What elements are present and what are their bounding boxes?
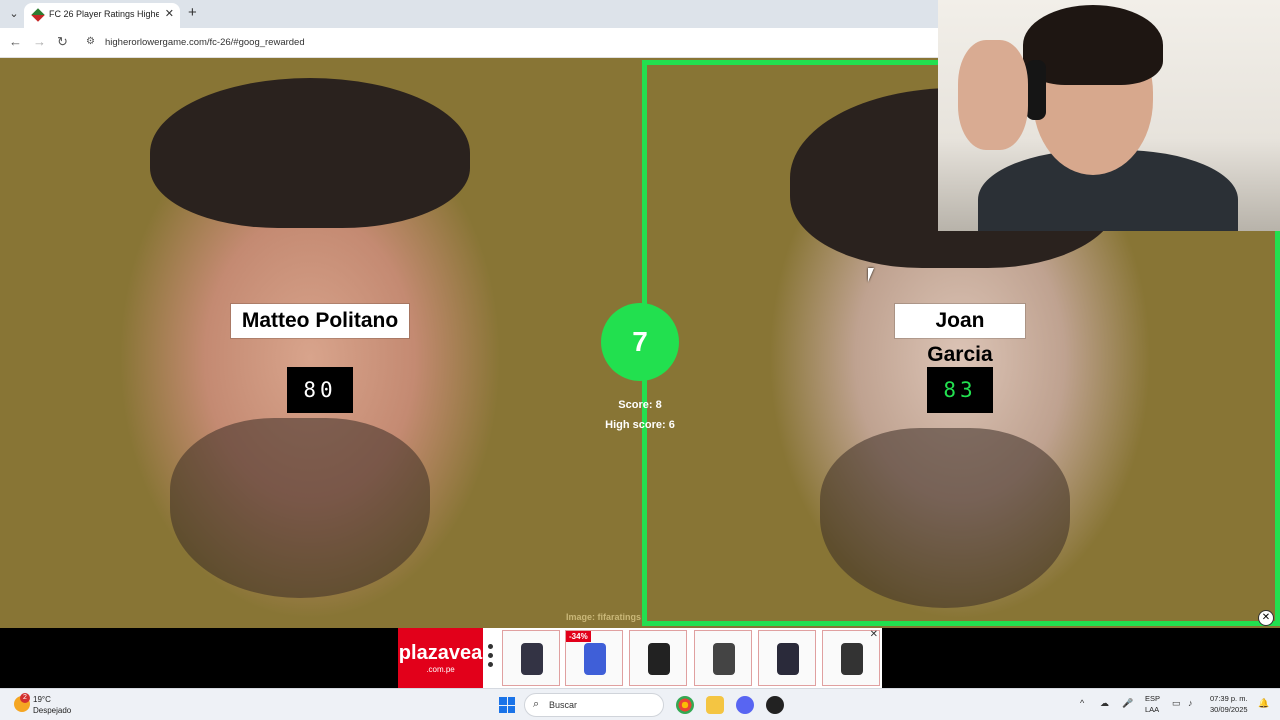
input-language[interactable]: ESP [1145,694,1160,703]
tab-close-icon[interactable]: ✕ [165,7,174,20]
tray-chevron-icon[interactable]: ^ [1080,698,1084,708]
score-text: Score: 8 [618,399,662,411]
search-icon: ⌕ [533,698,540,710]
ad-strip: plazavea .com.pe -34% ✕ [0,628,1280,688]
windows-taskbar: 2 19°C Despejado ⌕ Buscar ^ ☁ 🎤 ESP LAA … [0,688,1280,720]
url-field[interactable]: higherorlowergame.com/fc-26/#goog_reward… [105,37,305,48]
right-player-rating: 83 [927,367,993,413]
site-info-icon[interactable]: ⚙ [86,36,95,47]
mouse-cursor-icon [868,268,880,282]
ad-product-tile[interactable] [758,630,816,686]
browser-tab[interactable]: FC 26 Player Ratings Higher or ✕ [24,3,180,28]
start-windows-icon[interactable] [499,697,515,713]
weather-notification-badge: 2 [20,693,30,703]
banner-ad[interactable]: plazavea .com.pe -34% ✕ [398,628,882,688]
weather-condition[interactable]: Despejado [33,706,71,715]
right-player-name: Joan Garcia [895,304,1025,366]
ad-product-tile[interactable]: -34% [565,630,623,686]
volume-icon[interactable]: ♪ [1188,698,1193,708]
forward-icon[interactable]: → [33,34,46,49]
onedrive-cloud-icon[interactable]: ☁ [1100,698,1109,709]
ad-product-tile[interactable] [694,630,752,686]
taskbar-search-box[interactable]: ⌕ Buscar [524,693,664,717]
chrome-app-icon[interactable] [676,696,694,714]
network-icon[interactable]: ▭ [1172,698,1181,709]
phone-icon [648,643,670,675]
high-score-text: High score: 6 [605,419,675,431]
phone-icon [584,643,606,675]
left-player-image [0,58,640,628]
ad-carousel-dots[interactable] [488,644,494,671]
left-player-rating: 80 [287,367,353,413]
recorder-app-icon[interactable] [766,696,784,714]
phone-icon [841,643,863,675]
microphone-icon[interactable]: 🎤 [1122,698,1133,709]
ad-product-tile[interactable] [502,630,560,686]
ad-brand-domain: .com.pe [426,665,455,674]
webcam-person-hand [958,40,1028,150]
clock-date[interactable]: 30/09/2025 [1210,705,1248,714]
phone-icon [713,643,735,675]
left-player-beard [170,418,430,598]
tab-list-button[interactable]: ⌄ [4,4,24,24]
clock-time[interactable]: 07:39 p. m. [1210,694,1248,703]
back-icon[interactable]: ← [9,34,22,49]
phone-icon [777,643,799,675]
notifications-icon[interactable]: 🔔 [1258,698,1269,709]
site-favicon-icon [31,8,45,22]
ad-close-icon[interactable]: ✕ [870,629,878,640]
ad-brand-logo[interactable]: plazavea .com.pe [398,628,483,688]
new-tab-button[interactable]: + [188,4,197,21]
search-label: Buscar [549,700,578,710]
ad-product-tile[interactable] [629,630,687,686]
left-player-hair [150,78,470,228]
left-player-name: Matteo Politano [231,304,409,338]
discount-badge: -34% [566,631,591,642]
weather-temperature[interactable]: 19°C [33,695,51,704]
input-layout[interactable]: LAA [1145,705,1159,714]
file-explorer-icon[interactable] [706,696,724,714]
image-credit-link[interactable]: Image: fifaratings [566,612,641,622]
phone-icon [521,643,543,675]
webcam-overlay [938,0,1280,231]
close-ad-icon[interactable]: ✕ [1258,610,1274,626]
headphones-icon [1026,60,1046,120]
streak-circle: 7 [601,303,679,381]
reload-icon[interactable]: ↻ [57,34,68,50]
discord-app-icon[interactable] [736,696,754,714]
ad-brand-name: plazavea [398,642,483,664]
tab-title: FC 26 Player Ratings Higher or [49,9,159,19]
